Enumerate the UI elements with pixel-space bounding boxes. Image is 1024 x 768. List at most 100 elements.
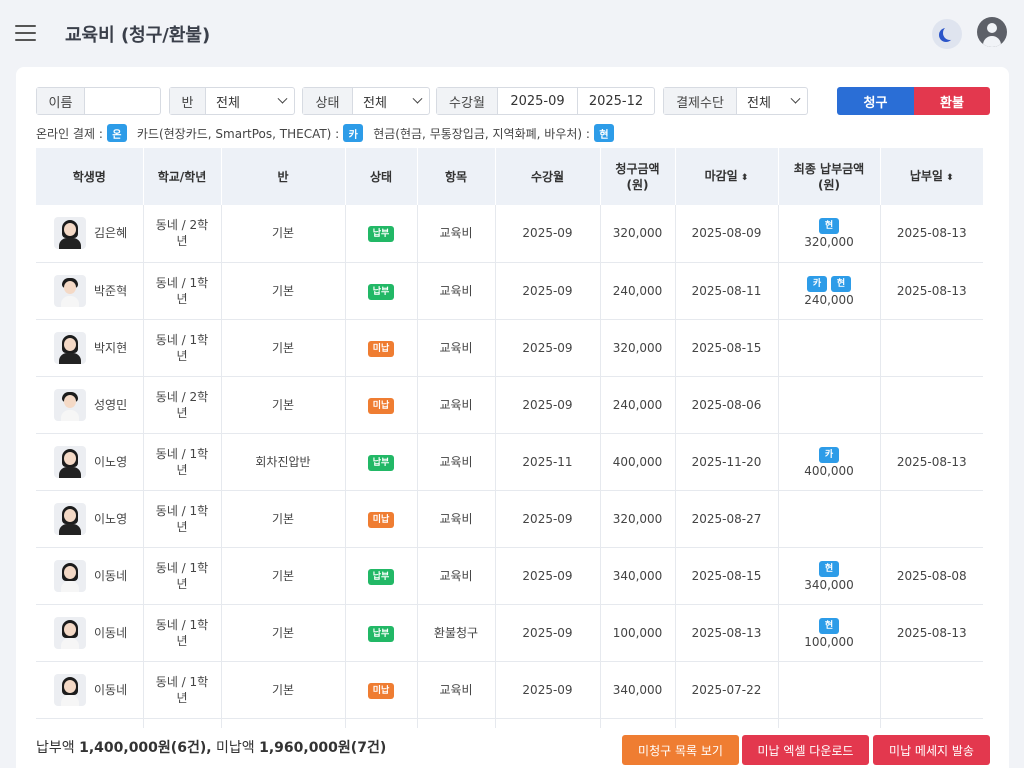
paid-amount-cell: 카 400,000 xyxy=(778,433,881,491)
legend-card-chip: 카 xyxy=(343,124,364,142)
item-cell: 교육비 xyxy=(417,490,496,548)
status-filter: 상태 전체 xyxy=(302,87,430,115)
student-name: 김은혜 xyxy=(94,226,128,241)
status-cell: 미납 xyxy=(345,490,418,548)
school-grade-cell: 동네 / 1학 년 xyxy=(143,319,222,377)
month-to-input[interactable]: 2025-12 xyxy=(578,88,654,114)
billed-amount-cell: 240,000 xyxy=(600,376,676,434)
payment-filter-label: 결제수단 xyxy=(664,88,737,114)
paid-amount: 240,000 xyxy=(804,292,854,307)
due-date-cell: 2025-11-20 xyxy=(675,433,779,491)
status-cell xyxy=(345,718,418,728)
student-name: 성영민 xyxy=(94,397,128,412)
status-cell: 미납 xyxy=(345,319,418,377)
student-cell: 이노영 xyxy=(36,433,144,491)
payment-filter: 결제수단 전체 xyxy=(663,87,808,115)
school-grade-cell: 동네 / 1학 년 xyxy=(143,661,222,719)
school-grade-cell: 동네 / 1학 년 xyxy=(143,262,222,320)
paid-date-cell xyxy=(880,376,983,434)
school-grade-cell: 동네 / 2학 년 xyxy=(143,205,222,263)
paid-amount: 400,000 xyxy=(804,463,854,478)
status-badge: 미납 xyxy=(367,511,395,528)
item-cell: 교육비 xyxy=(417,262,496,320)
sort-icon: ⬍ xyxy=(942,172,954,183)
column-header: 최종 납부금액 (원) xyxy=(778,148,881,205)
column-header-label: 상태 xyxy=(369,169,393,184)
column-header-label: 수강월 xyxy=(530,169,565,184)
paid-amount: 100,000 xyxy=(804,634,854,649)
student-name: 박준혁 xyxy=(94,283,128,298)
chevron-down-icon xyxy=(790,93,801,104)
student-name: 박지현 xyxy=(94,340,128,355)
student-name: 이동네 xyxy=(94,568,128,583)
unpaid-excel-download-button[interactable]: 미납 엑셀 다운로드 xyxy=(742,735,869,765)
legend-online-text: 온라인 결제 : xyxy=(36,126,103,141)
user-icon[interactable] xyxy=(977,17,1007,47)
column-header-label: 학생명 xyxy=(72,169,106,184)
name-input[interactable] xyxy=(85,88,160,114)
table-row[interactable]: 이동네 동네 / 1학 년 기본 미납 교육비 2025-09 340,000 2025-07… xyxy=(36,661,983,719)
student-photo xyxy=(54,616,86,649)
payment-method-chip: 현 xyxy=(819,617,839,634)
status-cell: 미납 xyxy=(345,661,418,719)
student-name: 이노영 xyxy=(94,454,128,469)
paid-amount-cell: 카 현 240,000 xyxy=(778,262,881,320)
table-row[interactable] xyxy=(36,718,983,728)
paid-date-cell xyxy=(880,718,983,728)
table-row[interactable]: 이동네 동네 / 1학 년 기본 납부 환불청구 2025-09 100,000 2025-0… xyxy=(36,604,983,662)
status-badge: 납부 xyxy=(367,568,395,585)
unpaid-message-send-button[interactable]: 미납 메세지 발송 xyxy=(873,735,990,765)
payment-select[interactable]: 전체 xyxy=(737,88,807,114)
table-row[interactable]: 박준혁 동네 / 1학 년 기본 납부 교육비 2025-09 240,000 2025-08… xyxy=(36,262,983,320)
paid-date-cell: 2025-08-13 xyxy=(880,433,983,491)
billed-amount-cell: 340,000 xyxy=(600,661,676,719)
status-filter-label: 상태 xyxy=(303,88,353,114)
class-cell: 회차진압반 xyxy=(221,433,346,491)
legend-online-chip: 온 xyxy=(106,124,127,142)
item-cell: 환불청구 xyxy=(417,604,496,662)
column-header-label: 반 xyxy=(277,169,289,184)
item-cell xyxy=(417,718,496,728)
status-badge: 미납 xyxy=(367,682,395,699)
month-cell: 2025-09 xyxy=(495,604,601,662)
table-row[interactable]: 김은혜 동네 / 2학 년 기본 납부 교육비 2025-09 320,000 2025-08… xyxy=(36,205,983,263)
payment-legend: 온라인 결제 : 온 카드(현장카드, SmartPos, THECAT) : … xyxy=(36,123,624,143)
student-cell: 이동네 xyxy=(36,604,144,662)
table-row[interactable]: 성영민 동네 / 2학 년 기본 미납 교육비 2025-09 240,000 2025-08… xyxy=(36,376,983,434)
column-header-label: 마감일 xyxy=(704,168,738,183)
class-cell: 기본 xyxy=(221,319,346,377)
billed-amount-cell: 320,000 xyxy=(600,490,676,548)
item-cell: 교육비 xyxy=(417,205,496,263)
class-select[interactable]: 전체 xyxy=(206,88,294,114)
table-header-row: 학생명 학교/학년 반 상태 항목 수강월 청구금액 (원) 마감일 ⬍ 최종 납부금액 (원)… xyxy=(36,148,983,205)
column-header[interactable]: 납부일 ⬍ xyxy=(880,148,983,205)
chevron-down-icon xyxy=(412,93,423,104)
unbilled-list-button[interactable]: 미청구 목록 보기 xyxy=(622,735,739,765)
table-row[interactable]: 박지현 동네 / 1학 년 기본 미납 교육비 2025-09 320,000 2025-08… xyxy=(36,319,983,377)
refund-button[interactable]: 환불 xyxy=(914,87,990,115)
paid-amount-cell xyxy=(778,376,881,434)
student-cell: 박준혁 xyxy=(36,262,144,320)
menu-icon[interactable] xyxy=(15,25,36,41)
due-date-cell xyxy=(675,718,779,728)
school-grade-cell: 동네 / 1학 년 xyxy=(143,547,222,605)
column-header-label: 최종 납부금액 (원) xyxy=(793,161,865,192)
status-cell: 납부 xyxy=(345,547,418,605)
month-cell: 2025-09 xyxy=(495,376,601,434)
month-from-input[interactable]: 2025-09 xyxy=(498,88,578,114)
sort-icon: ⬍ xyxy=(737,172,749,183)
status-select[interactable]: 전체 xyxy=(353,88,429,114)
column-header-label: 납부일 xyxy=(909,168,943,183)
table-row[interactable]: 이노영 동네 / 1학 년 회차진압반 납부 교육비 2025-11 400,000 2025… xyxy=(36,433,983,491)
billing-table: 학생명 학교/학년 반 상태 항목 수강월 청구금액 (원) 마감일 ⬍ 최종 납부금액 (원)… xyxy=(36,148,983,728)
table-body: 김은혜 동네 / 2학 년 기본 납부 교육비 2025-09 320,000 2025-08… xyxy=(36,205,983,728)
moon-icon[interactable] xyxy=(932,19,962,49)
status-badge: 납부 xyxy=(367,226,395,243)
billed-amount-cell: 320,000 xyxy=(600,205,676,263)
column-header[interactable]: 마감일 ⬍ xyxy=(675,148,779,205)
claim-button[interactable]: 청구 xyxy=(837,87,914,115)
student-cell: 김은혜 xyxy=(36,205,144,263)
name-filter-label: 이름 xyxy=(37,88,85,114)
table-row[interactable]: 이동네 동네 / 1학 년 기본 납부 교육비 2025-09 340,000 2025-08… xyxy=(36,547,983,605)
table-row[interactable]: 이노영 동네 / 1학 년 기본 미납 교육비 2025-09 320,000 2025-08… xyxy=(36,490,983,548)
